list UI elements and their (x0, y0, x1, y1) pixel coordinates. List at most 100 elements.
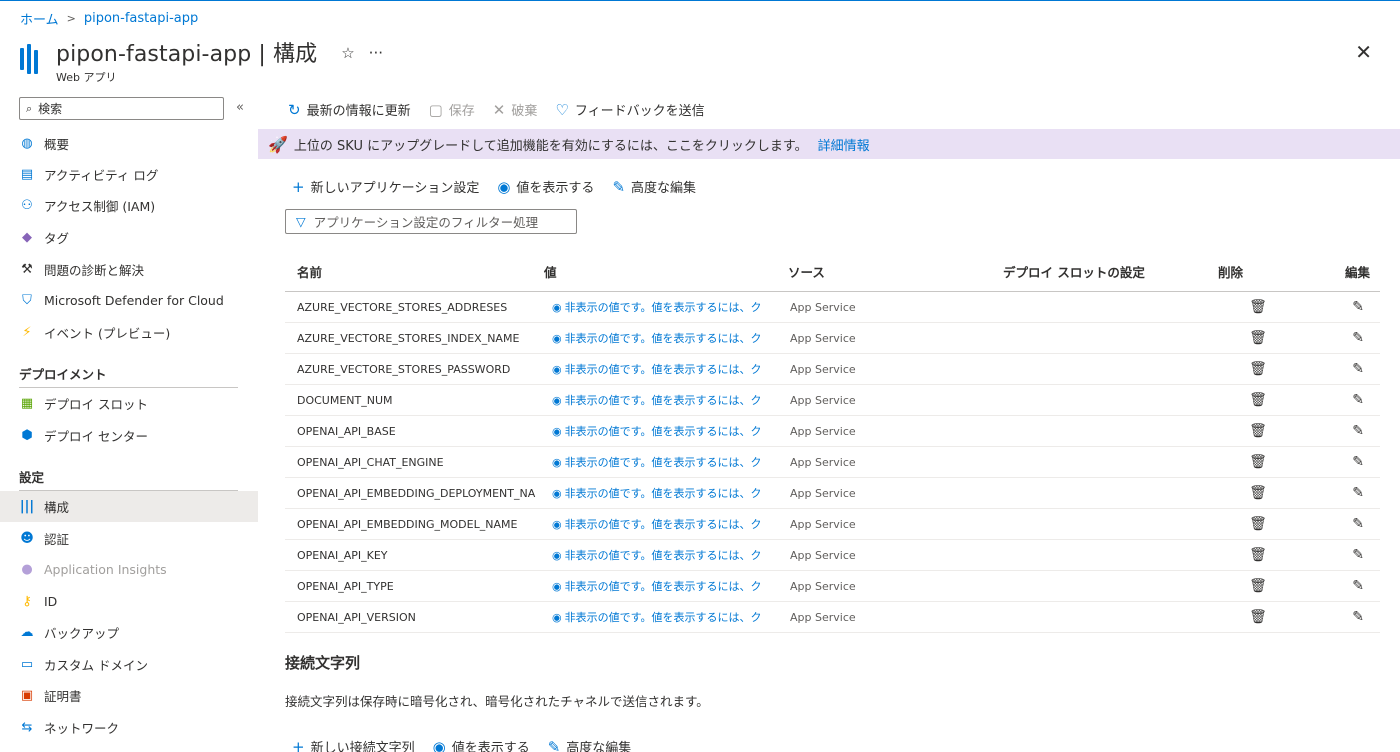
trash-icon[interactable]: 🗑 (1218, 361, 1298, 377)
sidebar-item-deployment-slots[interactable]: ▦ デプロイ スロット (0, 388, 258, 419)
trash-icon[interactable]: 🗑 (1218, 516, 1298, 532)
setting-name[interactable]: OPENAI_API_BASE (285, 425, 542, 438)
table-row[interactable]: DOCUMENT_NUM ◉ 非表示の値です。値を表示するには、ク App Servi… (285, 385, 1380, 416)
breadcrumb-current[interactable]: pipon-fastapi-app (84, 11, 198, 26)
trash-icon[interactable]: 🗑 (1218, 578, 1298, 594)
discard-button[interactable]: ✕ 破棄 (493, 100, 538, 120)
hidden-value-link[interactable]: ◉ 非表示の値です。値を表示するには、ク (542, 547, 780, 563)
banner-learn-more-link[interactable]: 詳細情報 (818, 135, 870, 154)
col-slot-setting[interactable]: デプロイ スロットの設定 (998, 262, 1218, 281)
setting-name[interactable]: AZURE_VECTORE_STORES_PASSWORD (285, 363, 542, 376)
trash-icon[interactable]: 🗑 (1218, 454, 1298, 470)
table-row[interactable]: AZURE_VECTORE_STORES_INDEX_NAME ◉ 非表示の値です。… (285, 323, 1380, 354)
sidebar-item-tags[interactable]: ◆ タグ (0, 222, 258, 253)
save-button[interactable]: ▢ 保存 (429, 100, 475, 120)
hidden-value-link[interactable]: ◉ 非表示の値です。値を表示するには、ク (542, 423, 780, 439)
show-values-button[interactable]: ◉ 値を表示する (497, 177, 594, 197)
trash-icon[interactable]: 🗑 (1218, 299, 1298, 315)
hidden-value-link[interactable]: ◉ 非表示の値です。値を表示するには、ク (542, 485, 780, 501)
setting-name[interactable]: AZURE_VECTORE_STORES_INDEX_NAME (285, 332, 542, 345)
wrench-icon: ⚒ (21, 262, 33, 277)
sidebar-item-authentication[interactable]: ☻ 認証 (0, 523, 258, 554)
trash-icon[interactable]: 🗑 (1218, 485, 1298, 501)
pencil-icon[interactable]: ✎ (1298, 547, 1380, 563)
trash-icon[interactable]: 🗑 (1218, 609, 1298, 625)
setting-name[interactable]: DOCUMENT_NUM (285, 394, 542, 407)
breadcrumb-home[interactable]: ホーム (20, 9, 59, 28)
sidebar-item-deployment-center[interactable]: ⬢ デプロイ センター (0, 420, 258, 451)
pencil-icon[interactable]: ✎ (1298, 330, 1380, 346)
trash-icon[interactable]: 🗑 (1218, 392, 1298, 408)
app-settings-filter-input[interactable]: ▽ アプリケーション設定のフィルター処理 (285, 209, 577, 234)
sidebar-item-identity[interactable]: ⚷ ID (0, 586, 258, 617)
table-row[interactable]: OPENAI_API_EMBEDDING_DEPLOYMENT_NA ◉ 非表示の値… (285, 478, 1380, 509)
conn-show-values-button[interactable]: ◉ 値を表示する (433, 737, 530, 752)
sidebar-item-events[interactable]: ⚡ イベント (プレビュー) (0, 317, 258, 348)
upgrade-banner[interactable]: 🚀 上位の SKU にアップグレードして追加機能を有効にするには、ここをクリック… (258, 129, 1400, 159)
hidden-value-link[interactable]: ◉ 非表示の値です。値を表示するには、ク (542, 578, 780, 594)
setting-name[interactable]: OPENAI_API_VERSION (285, 611, 542, 624)
table-row[interactable]: OPENAI_API_EMBEDDING_MODEL_NAME ◉ 非表示の値です。… (285, 509, 1380, 540)
hidden-value-link[interactable]: ◉ 非表示の値です。値を表示するには、ク (542, 454, 780, 470)
advanced-edit-button[interactable]: ✎ 高度な編集 (612, 177, 696, 197)
sidebar-item-overview[interactable]: ◍ 概要 (0, 128, 258, 159)
setting-name[interactable]: OPENAI_API_TYPE (285, 580, 542, 593)
hidden-value-link[interactable]: ◉ 非表示の値です。値を表示するには、ク (542, 392, 780, 408)
sidebar-item-backup[interactable]: ☁ バックアップ (0, 617, 258, 648)
setting-name[interactable]: AZURE_VECTORE_STORES_ADDRESES (285, 301, 542, 314)
hidden-value-link[interactable]: ◉ 非表示の値です。値を表示するには、ク (542, 361, 780, 377)
sidebar-item-custom-domains[interactable]: ▭ カスタム ドメイン (0, 649, 258, 680)
hidden-value-link[interactable]: ◉ 非表示の値です。値を表示するには、ク (542, 516, 780, 532)
close-icon[interactable]: ✕ (1355, 40, 1372, 64)
table-row[interactable]: AZURE_VECTORE_STORES_ADDRESES ◉ 非表示の値です。値を… (285, 292, 1380, 323)
setting-source: App Service (790, 610, 856, 624)
setting-name[interactable]: OPENAI_API_EMBEDDING_MODEL_NAME (285, 518, 542, 531)
hidden-value-link[interactable]: ◉ 非表示の値です。値を表示するには、ク (542, 299, 780, 315)
pencil-icon[interactable]: ✎ (1298, 485, 1380, 501)
hidden-value-link[interactable]: ◉ 非表示の値です。値を表示するには、ク (542, 609, 780, 625)
setting-source: App Service (790, 362, 856, 376)
new-app-setting-button[interactable]: + 新しいアプリケーション設定 (292, 177, 479, 197)
trash-icon[interactable]: 🗑 (1218, 423, 1298, 439)
refresh-button[interactable]: ↻ 最新の情報に更新 (288, 100, 411, 120)
new-connection-string-button[interactable]: + 新しい接続文字列 (292, 737, 415, 752)
eye-icon: ◉ (552, 301, 562, 314)
collapse-sidebar-icon[interactable]: « (236, 100, 244, 115)
table-row[interactable]: OPENAI_API_BASE ◉ 非表示の値です。値を表示するには、ク App Se… (285, 416, 1380, 447)
sidebar-item-iam[interactable]: ⚇ アクセス制御 (IAM) (0, 190, 258, 221)
pencil-icon[interactable]: ✎ (1298, 392, 1380, 408)
sidebar-item-diagnose[interactable]: ⚒ 問題の診断と解決 (0, 254, 258, 285)
setting-name[interactable]: OPENAI_API_CHAT_ENGINE (285, 456, 542, 469)
conn-advanced-edit-button[interactable]: ✎ 高度な編集 (548, 737, 632, 752)
table-row[interactable]: OPENAI_API_CHAT_ENGINE ◉ 非表示の値です。値を表示するには、… (285, 447, 1380, 478)
feedback-button[interactable]: ♡ フィードバックを送信 (555, 100, 704, 120)
hidden-value-link[interactable]: ◉ 非表示の値です。値を表示するには、ク (542, 330, 780, 346)
pencil-icon[interactable]: ✎ (1298, 454, 1380, 470)
trash-icon[interactable]: 🗑 (1218, 547, 1298, 563)
col-source[interactable]: ソース (780, 262, 998, 281)
col-name[interactable]: 名前 (285, 262, 542, 281)
table-row[interactable]: OPENAI_API_KEY ◉ 非表示の値です。値を表示するには、ク App Ser… (285, 540, 1380, 571)
table-row[interactable]: OPENAI_API_VERSION ◉ 非表示の値です。値を表示するには、ク App… (285, 602, 1380, 633)
pencil-icon[interactable]: ✎ (1298, 578, 1380, 594)
col-value[interactable]: 値 (542, 262, 780, 281)
star-icon[interactable]: ☆ (341, 44, 354, 62)
pencil-icon[interactable]: ✎ (1298, 423, 1380, 439)
pencil-icon[interactable]: ✎ (1298, 609, 1380, 625)
more-icon[interactable]: ··· (369, 44, 383, 62)
sidebar-item-defender[interactable]: ⛉ Microsoft Defender for Cloud (0, 285, 258, 316)
table-row[interactable]: OPENAI_API_TYPE ◉ 非表示の値です。値を表示するには、ク App Se… (285, 571, 1380, 602)
sidebar-item-networking[interactable]: ⇆ ネットワーク (0, 712, 258, 743)
sidebar-item-configuration[interactable]: ||| 構成 (0, 491, 258, 522)
search-input[interactable]: ⌕ 検索 (19, 97, 224, 120)
setting-name[interactable]: OPENAI_API_EMBEDDING_DEPLOYMENT_NA (285, 487, 542, 500)
pencil-icon[interactable]: ✎ (1298, 361, 1380, 377)
pencil-icon[interactable]: ✎ (1298, 516, 1380, 532)
sidebar-item-certificates[interactable]: ▣ 証明書 (0, 680, 258, 711)
pencil-icon[interactable]: ✎ (1298, 299, 1380, 315)
sidebar-item-app-insights[interactable]: ● Application Insights (0, 554, 258, 585)
setting-name[interactable]: OPENAI_API_KEY (285, 549, 542, 562)
trash-icon[interactable]: 🗑 (1218, 330, 1298, 346)
table-row[interactable]: AZURE_VECTORE_STORES_PASSWORD ◉ 非表示の値です。値を… (285, 354, 1380, 385)
sidebar-item-activity-log[interactable]: ▤ アクティビティ ログ (0, 159, 258, 190)
